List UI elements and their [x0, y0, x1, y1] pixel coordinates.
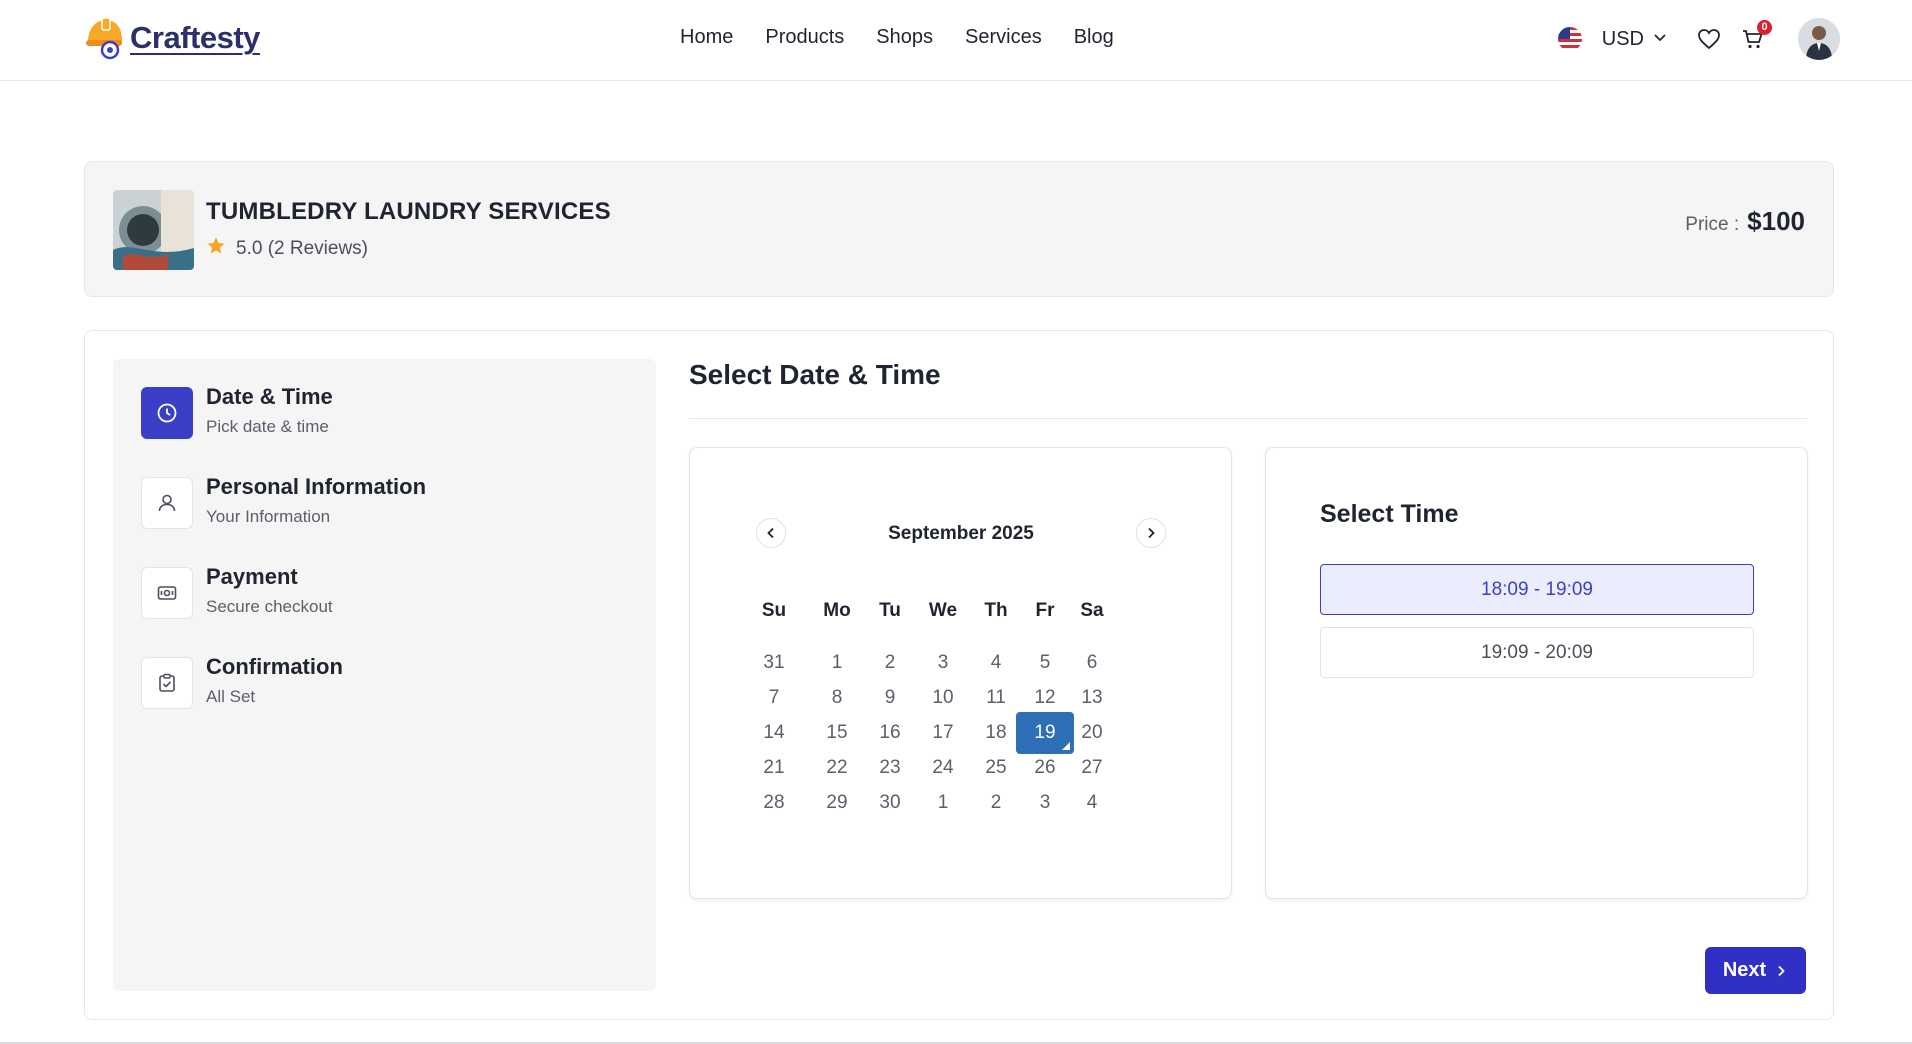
nav-shops[interactable]: Shops	[876, 24, 933, 50]
calendar-grid: Su Mo Tu We Th Fr Sa 31 1 2 3 4 5 6 7 8 9 10 11 12 13 14 15 16 1…	[744, 598, 1180, 844]
user-icon	[141, 477, 193, 529]
step-title: Payment	[206, 564, 298, 589]
chevron-right-icon	[1778, 965, 1785, 976]
cart-count-badge: 0	[1757, 20, 1772, 35]
calendar-day[interactable]: 1	[913, 782, 973, 824]
chevron-right-icon[interactable]	[1136, 518, 1166, 548]
price-value: $100	[1747, 206, 1805, 236]
time-title: Select Time	[1320, 500, 1459, 528]
weekday-label: Mo	[823, 600, 851, 621]
step-subtitle: Secure checkout	[206, 597, 333, 616]
step-date-time[interactable]: Date & Time Pick date & time	[141, 384, 621, 441]
logo-text: Craftesty	[130, 20, 260, 55]
calendar-day[interactable]: 4	[1062, 782, 1122, 824]
section-divider	[689, 418, 1807, 419]
calendar-card: September 2025 Su Mo Tu We Th Fr Sa 31 1 2 3 4 5 6 7 8 9…	[689, 447, 1232, 899]
calendar-header: September 2025	[756, 518, 1166, 550]
star-icon	[206, 236, 226, 262]
service-summary-card: TUMBLEDRY LAUNDRY SERVICES 5.0 (2 Review…	[84, 161, 1834, 297]
nav-services[interactable]: Services	[965, 24, 1042, 50]
step-confirmation[interactable]: Confirmation All Set	[141, 654, 621, 711]
header-actions: USD 0	[1557, 16, 1840, 62]
time-slot[interactable]: 18:09 - 19:09	[1320, 564, 1754, 615]
service-title: TUMBLEDRY LAUNDRY SERVICES	[206, 198, 611, 225]
main-nav: Home Products Shops Services Blog	[680, 24, 1114, 50]
calendar-month-label: September 2025	[888, 523, 1034, 544]
service-rating: 5.0 (2 Reviews)	[206, 236, 368, 262]
calendar-day[interactable]: 30	[860, 782, 920, 824]
step-personal-information[interactable]: Personal Information Your Information	[141, 474, 621, 531]
rating-text: 5.0 (2 Reviews)	[236, 238, 368, 259]
time-card: Select Time 18:09 - 19:09 19:09 - 20:09	[1265, 447, 1808, 899]
step-subtitle: Pick date & time	[206, 417, 329, 436]
chevron-down-icon[interactable]	[1652, 29, 1668, 50]
currency-selector[interactable]: USD	[1602, 28, 1644, 51]
time-slot[interactable]: 19:09 - 20:09	[1320, 627, 1754, 678]
step-subtitle: Your Information	[206, 507, 331, 526]
weekday-label: We	[928, 600, 958, 621]
service-thumbnail	[113, 190, 194, 270]
weekday-label: Tu	[879, 600, 901, 621]
weekday-label: Sa	[1080, 600, 1104, 621]
price-label: Price :	[1685, 214, 1740, 235]
service-price: Price : $100	[1685, 206, 1805, 237]
craftesty-logo[interactable]: Craftesty	[84, 14, 260, 62]
hard-hat-logo-icon	[84, 16, 126, 60]
section-title: Select Date & Time	[689, 359, 941, 390]
step-title: Personal Information	[206, 474, 427, 499]
next-button[interactable]: Next	[1705, 947, 1806, 994]
user-avatar[interactable]	[1798, 18, 1840, 60]
nav-blog[interactable]: Blog	[1074, 24, 1114, 50]
clipboard-check-icon	[141, 657, 193, 709]
step-title: Date & Time	[206, 384, 333, 409]
nav-products[interactable]: Products	[765, 24, 844, 50]
step-title: Confirmation	[206, 654, 343, 679]
top-navbar: Craftesty Home Products Shops Services B…	[0, 0, 1912, 81]
nav-home[interactable]: Home	[680, 24, 733, 50]
booking-panel: Date & Time Pick date & time Personal In…	[84, 330, 1834, 1020]
weekday-label: Su	[761, 600, 787, 621]
payment-icon	[141, 567, 193, 619]
us-flag-icon[interactable]	[1557, 27, 1582, 51]
next-button-label: Next	[1722, 959, 1767, 981]
booking-steps-sidebar: Date & Time Pick date & time Personal In…	[113, 359, 656, 991]
calendar-day[interactable]: 29	[807, 782, 867, 824]
cart-icon[interactable]: 0	[1740, 20, 1772, 52]
step-subtitle: All Set	[206, 687, 256, 706]
step-payment[interactable]: Payment Secure checkout	[141, 564, 621, 621]
clock-icon	[141, 387, 193, 439]
heart-icon[interactable]	[1696, 26, 1722, 52]
calendar-day[interactable]: 28	[744, 782, 804, 824]
